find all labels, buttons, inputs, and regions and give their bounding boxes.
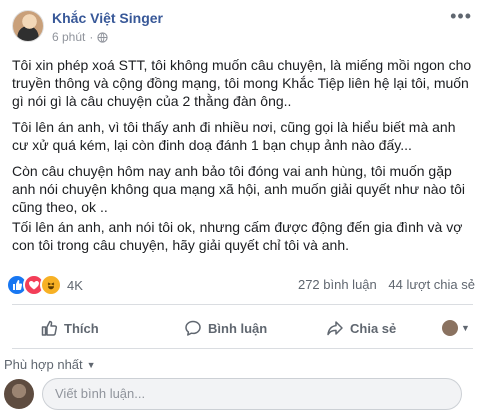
more-options-icon[interactable]: •••: [450, 6, 472, 27]
reaction-count[interactable]: 4K: [67, 278, 83, 293]
reaction-summary[interactable]: 4K: [6, 274, 83, 296]
share-icon: [327, 321, 343, 336]
avatar: [442, 320, 458, 336]
divider: [12, 348, 473, 349]
comment-button[interactable]: Bình luận: [184, 319, 267, 337]
post-paragraph: Tôi xin phép xoá STT, tôi không muốn câu…: [12, 57, 472, 109]
thumbs-up-icon: [41, 320, 58, 336]
globe-icon: [97, 31, 109, 43]
haha-reaction-icon: [40, 274, 62, 296]
post-paragraph: Tối lên án anh, anh nói tôi ok, nhưng cấ…: [12, 219, 463, 253]
reaction-as-selector[interactable]: ▼: [442, 320, 470, 336]
post-body: Tôi xin phép xoá STT, tôi không muốn câu…: [12, 56, 474, 262]
comment-input[interactable]: Viết bình luận...: [42, 378, 462, 410]
comment-sort-label: Phù hợp nhất: [4, 357, 83, 372]
post-meta: 6 phút ·: [52, 30, 109, 44]
facebook-post: Khắc Việt Singer 6 phút · ••• Tôi xin ph…: [0, 0, 485, 410]
author-name[interactable]: Khắc Việt Singer: [52, 10, 163, 26]
action-bar: Thích Bình luận Chia sẻ ▼: [12, 310, 473, 346]
share-button[interactable]: Chia sẻ: [326, 319, 396, 337]
divider: [12, 304, 473, 305]
engagement-counts: 272 bình luận 44 lượt chia sẻ: [298, 277, 475, 292]
comment-composer: Viết bình luận...: [4, 378, 462, 410]
post-timestamp[interactable]: 6 phút: [52, 30, 85, 44]
author-avatar[interactable]: [12, 10, 44, 42]
post-paragraph: Tôi lên án anh, vì tôi thấy anh đi nhiều…: [12, 119, 456, 153]
chevron-down-icon: ▼: [461, 323, 470, 333]
dot-separator: ·: [89, 30, 94, 44]
chevron-down-icon: ▼: [86, 359, 96, 370]
share-label: Chia sẻ: [350, 320, 397, 336]
comment-label: Bình luận: [208, 320, 268, 336]
like-label: Thích: [64, 320, 99, 336]
comment-icon: [185, 320, 201, 336]
share-count[interactable]: 44 lượt chia sẻ: [388, 277, 475, 292]
comment-count[interactable]: 272 bình luận: [298, 277, 377, 292]
post-paragraph: Còn câu chuyện hôm nay anh bảo tôi đóng …: [12, 163, 466, 215]
like-button[interactable]: Thích: [40, 319, 99, 337]
comment-sort-dropdown[interactable]: Phù hợp nhất ▼: [4, 357, 96, 372]
avatar: [4, 379, 34, 409]
